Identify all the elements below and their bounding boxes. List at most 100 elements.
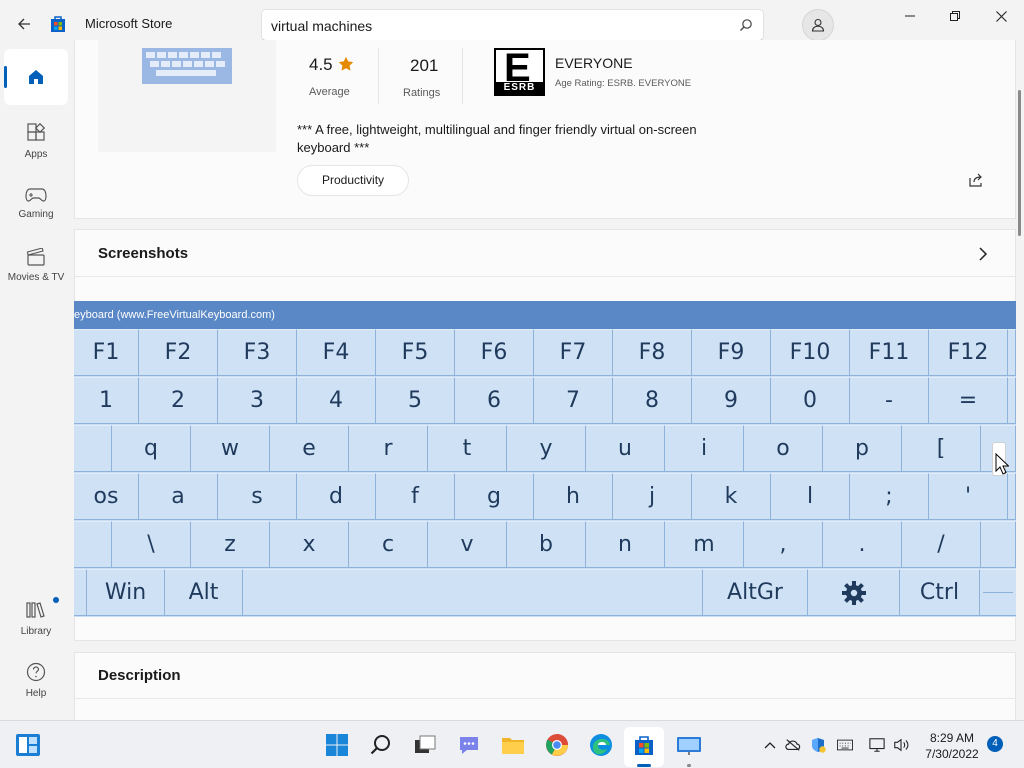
age-rating-detail: Age Rating: ESRB. EVERYONE — [555, 78, 692, 89]
category-tag[interactable]: Productivity — [297, 165, 410, 196]
nav-help[interactable]: Help — [4, 652, 68, 708]
keyboard-key: 3 — [218, 377, 297, 424]
back-button[interactable] — [10, 12, 38, 36]
keyboard-key: m — [665, 521, 744, 568]
clapperboard-icon — [26, 247, 45, 266]
product-description-line: keyboard *** — [297, 140, 370, 155]
microsoft-store-button[interactable] — [630, 731, 658, 759]
keyboard-key: d — [297, 473, 376, 520]
rating-value: 4.5 — [309, 55, 333, 74]
keyboard-key: w — [191, 425, 270, 472]
keyboard-key: F8 — [613, 329, 692, 376]
onedrive-button[interactable] — [785, 737, 801, 753]
keyboard-key: F7 — [534, 329, 613, 376]
keyboard-key: / — [902, 521, 981, 568]
keyboard-row-bottom-letters: \ z x c v b n m,. / — [74, 521, 1016, 569]
minimize-button[interactable] — [887, 0, 933, 32]
keyboard-key: r — [349, 425, 428, 472]
chrome-button[interactable] — [543, 731, 571, 759]
keyboard-key: b — [507, 521, 586, 568]
keyboard-key: = — [929, 377, 1008, 424]
taskbar-search-button[interactable] — [367, 731, 395, 759]
chrome-icon — [546, 734, 568, 756]
file-explorer-button[interactable] — [499, 731, 527, 759]
keyboard-key: ' — [929, 473, 1008, 520]
maximize-button[interactable] — [932, 0, 978, 32]
keyboard-key — [74, 569, 87, 616]
keyboard-key: 0 — [771, 377, 850, 424]
show-hidden-icons-button[interactable] — [762, 737, 778, 753]
keyboard-key: o — [744, 425, 823, 472]
keyboard-key: 5 — [376, 377, 455, 424]
gamepad-icon — [25, 187, 47, 202]
nav-gaming[interactable]: Gaming — [4, 175, 68, 231]
nav-apps[interactable]: Apps — [4, 113, 68, 169]
keyboard-key: y — [507, 425, 586, 472]
keyboard-key: v — [428, 521, 507, 568]
chat-icon — [460, 737, 478, 754]
taskbar: 8:29 AM 7/30/2022 — [0, 720, 1024, 768]
keyboard-key: t — [428, 425, 507, 472]
keyboard-key — [1008, 329, 1016, 376]
chevron-right-icon — [979, 247, 988, 261]
keyboard-key: p — [823, 425, 902, 472]
widgets-button[interactable] — [14, 731, 42, 759]
product-description-line: *** A free, lightweight, multilingual an… — [297, 122, 697, 137]
scrollbar-thumb[interactable] — [1018, 90, 1021, 236]
task-view-button[interactable] — [411, 731, 439, 759]
keyboard-key: 8 — [613, 377, 692, 424]
keyboard-key: 7 — [534, 377, 613, 424]
close-button[interactable] — [978, 0, 1024, 32]
keyboard-key: 4 — [297, 377, 376, 424]
mouse-cursor-icon — [995, 453, 1009, 475]
search-box[interactable] — [261, 9, 764, 41]
edge-icon — [590, 734, 612, 756]
shield-warning-icon — [812, 738, 826, 753]
keyboard-key-altgr: AltGr — [703, 569, 808, 616]
search-icon[interactable] — [739, 18, 753, 32]
network-button[interactable] — [869, 737, 885, 753]
notification-count-badge[interactable]: 4 — [987, 736, 1003, 752]
nav-movies-tv-label: Movies & TV — [7, 271, 65, 283]
account-button[interactable] — [802, 9, 834, 41]
keyboard-icon — [837, 739, 853, 751]
screenshot-window-title: eyboard (www.FreeVirtualKeyboard.com) — [74, 301, 1016, 329]
keyboard-key-space — [243, 569, 703, 616]
share-button[interactable] — [962, 168, 990, 192]
keyboard-key: u — [586, 425, 665, 472]
keyboard-key: l — [771, 473, 850, 520]
keyboard-key: - — [850, 377, 929, 424]
remote-desktop-button[interactable] — [675, 731, 703, 759]
keyboard-key: F6 — [455, 329, 534, 376]
keyboard-row-home: os a s d f g h j k l; ' — [74, 473, 1016, 521]
edge-button[interactable] — [587, 731, 615, 759]
keyboard-key — [981, 521, 1016, 568]
clock[interactable]: 8:29 AM 7/30/2022 — [920, 730, 984, 762]
keyboard-key: 6 — [455, 377, 534, 424]
keyboard-key: s — [218, 473, 297, 520]
keyboard-tray-button[interactable] — [837, 737, 853, 753]
volume-button[interactable] — [893, 737, 909, 753]
apps-icon — [27, 122, 46, 141]
keyboard-key: F2 — [139, 329, 218, 376]
keyboard-key: \ — [112, 521, 191, 568]
keyboard-key: F3 — [218, 329, 297, 376]
cloud-offline-icon — [785, 739, 801, 751]
clock-time: 8:29 AM — [929, 731, 975, 745]
nav-home[interactable] — [4, 49, 68, 105]
restore-icon — [950, 11, 960, 21]
start-button[interactable] — [323, 731, 351, 759]
screenshot-image[interactable]: eyboard (www.FreeVirtualKeyboard.com) F1… — [74, 301, 1016, 617]
description-divider — [74, 698, 1016, 699]
keyboard-key-settings — [808, 569, 900, 616]
screenshots-expand-button[interactable] — [970, 242, 996, 266]
keyboard-key: 2 — [139, 377, 218, 424]
defender-button[interactable] — [810, 737, 826, 753]
chat-button[interactable] — [455, 731, 483, 759]
search-input[interactable] — [271, 16, 711, 36]
keyboard-key-alt: Alt — [165, 569, 243, 616]
ratings-label: Ratings — [403, 87, 441, 99]
keyboard-key: F11 — [850, 329, 929, 376]
nav-movies-tv[interactable]: Movies & TV — [4, 237, 68, 293]
keyboard-key — [1008, 377, 1016, 424]
